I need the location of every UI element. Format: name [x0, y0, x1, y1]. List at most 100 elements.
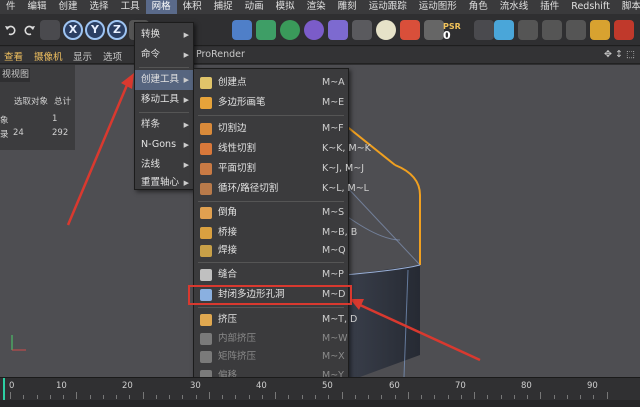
timeline-tick: [116, 395, 118, 399]
menu-script[interactable]: 脚本: [616, 0, 640, 14]
menu-simulate[interactable]: 模拟: [270, 0, 301, 14]
material-icon[interactable]: [400, 20, 420, 40]
menu-edit[interactable]: 编辑: [22, 0, 53, 14]
viewport-menu-camera[interactable]: 摄像机: [34, 49, 63, 63]
weld-item[interactable]: 焊接 M~Q: [194, 241, 348, 261]
lock-icon[interactable]: [566, 20, 586, 40]
mesh-menu-normals[interactable]: 法线 ▶: [135, 155, 193, 175]
move-plus-icon[interactable]: [590, 20, 610, 40]
mesh-menu-convert[interactable]: 转换 ▶: [135, 25, 193, 45]
timeline-tick: [580, 395, 582, 399]
extrude-item[interactable]: 挤压 M~T, D: [194, 310, 357, 330]
menu-pipeline[interactable]: 流水线: [494, 0, 535, 14]
bridge-item[interactable]: 桥接 M~B, B: [194, 223, 357, 243]
axis-gizmo-icon[interactable]: [474, 20, 494, 40]
timeline-tick: [500, 395, 502, 399]
redo-icon[interactable]: [22, 23, 36, 37]
x-axis-toggle[interactable]: X: [63, 20, 83, 40]
timeline-tick: [10, 392, 11, 399]
camera-icon[interactable]: [352, 20, 372, 40]
snap-cube-icon[interactable]: [494, 20, 514, 40]
z-axis-toggle[interactable]: Z: [107, 20, 127, 40]
timeline-tick-label: 50: [322, 381, 333, 391]
menu-render[interactable]: 渲染: [301, 0, 332, 14]
timeline-tick: [487, 395, 489, 399]
extrude-icon[interactable]: [304, 20, 324, 40]
mesh-menu-ngons[interactable]: N-Gons ▶: [135, 135, 193, 155]
timeline-tick: [208, 392, 210, 399]
menu-redshift[interactable]: Redshift: [565, 0, 616, 14]
menu-sculpt[interactable]: 雕刻: [332, 0, 363, 14]
timeline-tick-label: 80: [521, 381, 532, 391]
timeline-tick: [182, 395, 184, 399]
menu-character[interactable]: 角色: [463, 0, 494, 14]
create-point-item[interactable]: 创建点 M~A: [194, 73, 348, 93]
line-cut-item[interactable]: 线性切割 K~K, M~K: [194, 139, 371, 159]
timeline-tick: [23, 395, 25, 399]
mesh-menu-spline[interactable]: 样条 ▶: [135, 115, 193, 135]
mesh-menu-reset-axis[interactable]: 重置轴心 ▶: [135, 173, 193, 193]
stitch-item[interactable]: 缝合 M~P: [194, 265, 348, 285]
menu-create[interactable]: 创建: [53, 0, 84, 14]
close-polygon-hole-item[interactable]: 封闭多边形孔洞 M~D: [188, 285, 352, 305]
workplane-icon[interactable]: [542, 20, 562, 40]
menu-snap[interactable]: 捕捉: [208, 0, 239, 14]
viewport-renderer-label[interactable]: ProRender: [196, 49, 245, 60]
floor-icon[interactable]: [328, 20, 348, 40]
menu-volume[interactable]: 体积: [177, 0, 208, 14]
display-mode-icon[interactable]: [424, 20, 444, 40]
menu-bar: 件 编辑 创建 选择 工具 网格 体积 捕捉 动画 模拟 渲染 雕刻 运动跟踪 …: [0, 0, 640, 14]
loop-path-cut-icon: [200, 183, 212, 195]
polygon-pen-item[interactable]: 多边形画笔 M~E: [194, 93, 348, 113]
matrix-extrude-item[interactable]: 矩阵挤压 M~X: [194, 347, 348, 367]
undo-icon[interactable]: [4, 23, 18, 37]
menu-mograph[interactable]: 运动图形: [413, 0, 463, 14]
timeline-tick: [89, 395, 91, 399]
menu-mesh[interactable]: 网格: [145, 0, 177, 14]
mesh-menu-move-tools[interactable]: 移动工具 ▶: [135, 90, 193, 110]
viewport-nav-icon[interactable]: ✥ ↕ ⬚: [604, 49, 635, 60]
menu-motion-tracking[interactable]: 运动跟踪: [363, 0, 413, 14]
viewport-menu-display[interactable]: 显示: [73, 49, 92, 63]
timeline-tick: [354, 395, 356, 399]
viewport-menu-options[interactable]: 选项: [103, 49, 122, 63]
light-icon[interactable]: [376, 20, 396, 40]
menu-plugins[interactable]: 插件: [534, 0, 565, 14]
timeline-tick-label: 70: [455, 381, 466, 391]
inner-extrude-item[interactable]: 内部挤压 M~W: [194, 329, 348, 349]
matrix-extrude-icon: [200, 351, 212, 363]
timeline-tick: [288, 395, 290, 399]
chevron-right-icon: ▶: [183, 96, 189, 104]
timeline-tick-label: 30: [190, 381, 201, 391]
menu-animate[interactable]: 动画: [239, 0, 270, 14]
pointer-icon[interactable]: [614, 20, 634, 40]
pen-icon[interactable]: [256, 20, 276, 40]
timeline-tick: [421, 395, 423, 399]
loop-path-cut-item[interactable]: 循环/路径切割 K~L, M~L: [194, 179, 369, 199]
subdivision-icon[interactable]: [280, 20, 300, 40]
psr-readout[interactable]: PSR 0: [443, 22, 469, 41]
grid-icon[interactable]: [518, 20, 538, 40]
menu-select[interactable]: 选择: [84, 0, 115, 14]
plane-cut-item[interactable]: 平面切割 K~J, M~J: [194, 159, 364, 179]
cube-icon[interactable]: [232, 20, 252, 40]
timeline-tick: [447, 395, 449, 399]
menu-tools[interactable]: 工具: [115, 0, 146, 14]
timeline-tick: [261, 395, 263, 399]
select-arrow-icon[interactable]: [40, 20, 60, 40]
y-axis-toggle[interactable]: Y: [85, 20, 105, 40]
timeline-tick: [235, 395, 237, 399]
timeline-tick: [222, 395, 224, 399]
edge-cut-item[interactable]: 切割边 M~F: [194, 119, 348, 139]
create-point-icon: [200, 77, 212, 89]
viewport-menu-view[interactable]: 查看: [4, 49, 23, 63]
menu-file[interactable]: 件: [0, 0, 22, 14]
timeline-tick: [527, 395, 529, 399]
timeline-scrollbar[interactable]: [0, 400, 640, 407]
mesh-menu-commands[interactable]: 命令 ▶: [135, 45, 193, 65]
mesh-menu-create-tools[interactable]: 创建工具 ▶: [135, 70, 193, 90]
bevel-item[interactable]: 倒角 M~S: [194, 203, 348, 223]
timeline-tick: [407, 392, 409, 399]
timeline[interactable]: 0 10 20 30 40 50 60 70 80 90: [0, 377, 640, 407]
timeline-tick: [129, 395, 131, 399]
